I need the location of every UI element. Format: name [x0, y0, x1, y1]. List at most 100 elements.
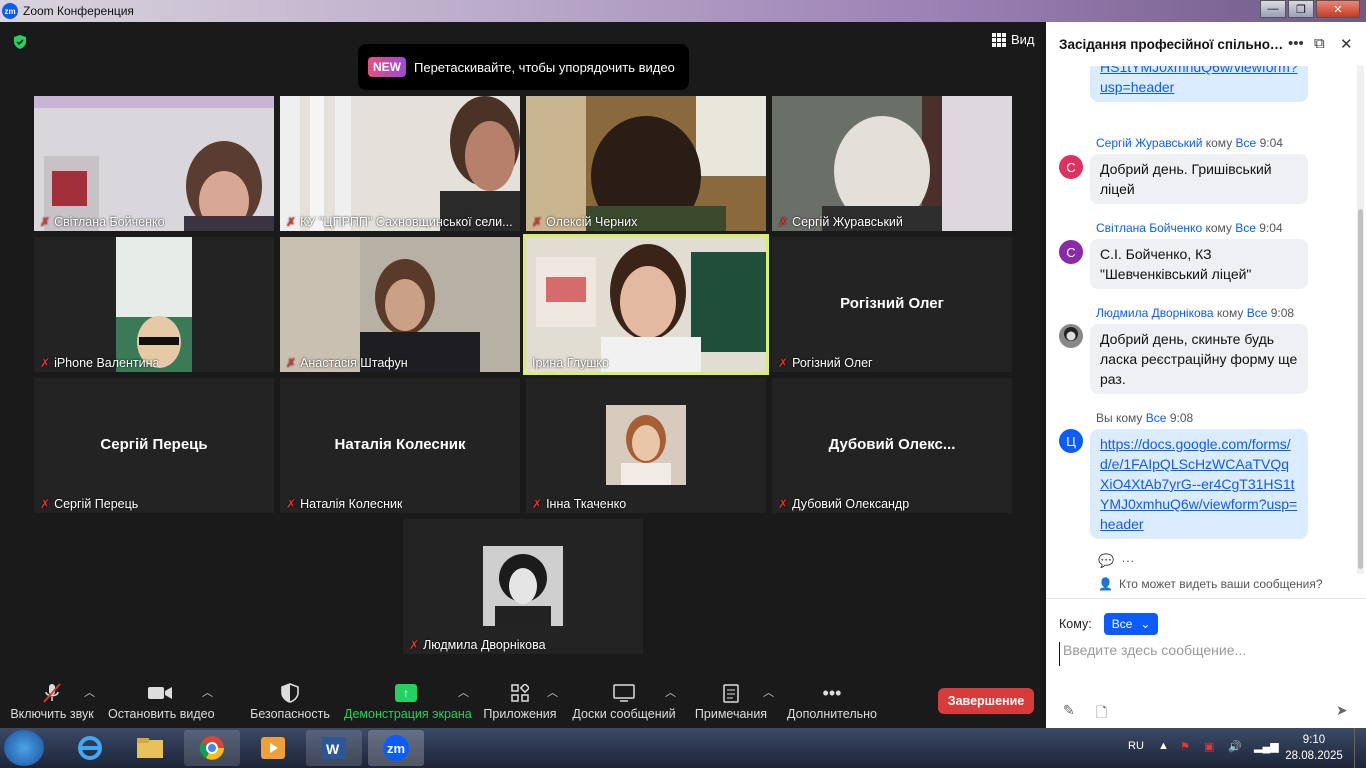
participant-video: [34, 237, 274, 372]
participant-name: ✗ Анастасія Штафун: [286, 356, 408, 370]
participant-name: ✗ Рогізний Олег: [778, 356, 873, 370]
show-desktop-button[interactable]: [1354, 728, 1366, 768]
participant-display-name: Сергій Перець: [100, 436, 208, 453]
format-text-icon[interactable]: ✎: [1063, 702, 1075, 719]
file-explorer-icon[interactable]: [122, 730, 178, 766]
notes-icon: [694, 682, 768, 704]
notes-button[interactable]: Примечания: [694, 682, 768, 721]
people-icon: 👤: [1098, 577, 1113, 591]
system-clock[interactable]: 9:10 28.08.2025: [1284, 732, 1344, 764]
view-button[interactable]: Вид: [992, 32, 1035, 47]
participant-name: ✗ Сергій Журавський: [778, 215, 903, 229]
meeting-area: Вид NEW Перетаскивайте, чтобы упорядочит…: [0, 22, 1046, 674]
mic-muted-icon: ✗: [40, 215, 51, 229]
participant-tile-active-speaker[interactable]: Ірина Глушко: [523, 234, 769, 375]
maximize-button[interactable]: ❐: [1288, 0, 1314, 18]
participant-video: [526, 237, 766, 372]
chrome-icon[interactable]: [184, 730, 240, 766]
share-options-caret[interactable]: ︿: [458, 684, 469, 700]
chat-scrollbar[interactable]: [1357, 66, 1364, 574]
participant-tile[interactable]: Рогізний Олег ✗ Рогізний Олег: [772, 237, 1012, 372]
whiteboards-button[interactable]: Доски сообщений: [572, 682, 676, 721]
svg-text:zm: zm: [387, 741, 405, 756]
pop-out-icon[interactable]: ⧉: [1314, 35, 1325, 52]
mic-off-icon: [10, 682, 94, 704]
chat-title: Засідання професійної спільнот...: [1059, 36, 1284, 52]
participant-tile[interactable]: ✗ iPhone Валентина: [34, 237, 274, 372]
show-hidden-icons-icon[interactable]: ▲: [1158, 740, 1169, 752]
send-icon[interactable]: ➤: [1336, 702, 1348, 719]
view-label: Вид: [1011, 32, 1035, 47]
message-meta: Людмила Дворнікова кому Все 9:08: [1096, 306, 1295, 320]
chat-panel: Засідання професійної спільнот... ••• ⧉ …: [1046, 22, 1366, 728]
message-input[interactable]: Введите здесь сообщение...: [1059, 642, 1353, 666]
more-options-icon[interactable]: •••: [1288, 35, 1304, 52]
reply-icon[interactable]: 💬: [1098, 553, 1114, 568]
more-button[interactable]: ••• Дополнительно: [786, 682, 878, 722]
participant-tile[interactable]: ✗ Олексій Черних: [526, 96, 766, 231]
participant-tile[interactable]: Наталія Колесник ✗ Наталія Колесник: [280, 378, 520, 513]
message-link[interactable]: https://docs.google.com/forms/d/e/1FAIpQ…: [1100, 436, 1297, 532]
stop-video-button[interactable]: Остановить видео: [108, 682, 215, 721]
participant-video: [280, 237, 520, 372]
language-indicator[interactable]: RU: [1128, 740, 1144, 752]
video-options-caret[interactable]: ︿: [202, 684, 213, 700]
divider: [1046, 598, 1366, 599]
message-link[interactable]: VQqXiO4XtAb7yrG--er4CgT31HS1tYMJ0xmhuQ6w…: [1100, 66, 1298, 95]
close-window-button[interactable]: ✕: [1316, 0, 1360, 18]
chevron-down-icon: ⌄: [1140, 617, 1151, 631]
share-screen-button[interactable]: ↑ Демонстрация экрана: [344, 682, 472, 721]
more-dots-icon: •••: [822, 682, 842, 703]
participant-name: ✗ Олексій Черних: [532, 215, 638, 229]
participant-tile[interactable]: ✗ Анастасія Штафун: [280, 237, 520, 372]
share-arrow-icon: ↑: [344, 682, 468, 704]
attach-file-icon[interactable]: 🗋: [1096, 702, 1107, 726]
whiteboards-options-caret[interactable]: ︿: [665, 684, 676, 700]
tooltip-text: Перетаскивайте, чтобы упорядочить видео: [414, 59, 675, 75]
participant-tile[interactable]: ✗ Людмила Дворнікова: [403, 519, 643, 654]
apps-options-caret[interactable]: ︿: [547, 684, 558, 700]
network-warning-icon[interactable]: ▣: [1204, 740, 1214, 753]
unmute-button[interactable]: Включить звук: [10, 682, 94, 721]
participant-tile[interactable]: ✗ Світлана Бойченко: [34, 96, 274, 231]
participant-name: ✗ Наталія Колесник: [286, 497, 403, 511]
volume-icon[interactable]: 🔊: [1228, 740, 1242, 753]
minimize-button[interactable]: —: [1260, 0, 1286, 18]
who-can-see-link[interactable]: 👤 Кто может видеть ваши сообщения?: [1098, 577, 1323, 591]
sender-avatar: Ц: [1059, 429, 1083, 453]
mic-muted-icon: ✗: [532, 497, 543, 511]
mic-muted-icon: ✗: [40, 497, 51, 511]
participant-video: [772, 96, 1012, 231]
audio-options-caret[interactable]: ︿: [84, 684, 95, 700]
more-actions-icon[interactable]: ···: [1121, 553, 1134, 568]
word-icon[interactable]: W: [306, 730, 362, 766]
notes-options-caret[interactable]: ︿: [763, 684, 774, 700]
end-meeting-button[interactable]: Завершение: [938, 688, 1034, 714]
scrollbar-thumb[interactable]: [1358, 209, 1363, 569]
participant-tile[interactable]: ✗ Сергій Журавський: [772, 96, 1012, 231]
internet-explorer-icon[interactable]: [62, 730, 118, 766]
participant-tile[interactable]: ✗ КУ "ЦПРПП" Сахновщинської сели...: [280, 96, 520, 231]
participant-display-name: Рогізний Олег: [840, 295, 944, 312]
video-camera-icon: [108, 682, 212, 704]
participant-name: ✗ iPhone Валентина: [40, 356, 160, 370]
zoom-logo-icon: zm: [2, 3, 18, 19]
mic-muted-icon: ✗: [286, 497, 297, 511]
signal-icon[interactable]: ▂▄▆: [1254, 740, 1279, 753]
zoom-taskbar-icon[interactable]: zm: [368, 730, 424, 766]
encryption-shield-icon[interactable]: [12, 34, 28, 50]
chat-message-bubble: С.І. Бойченко, КЗ "Шевченківський ліцей": [1090, 239, 1308, 289]
chat-message-bubble: Добрий день, скиньте будь ласка реєстрац…: [1090, 324, 1308, 394]
participant-tile[interactable]: Сергій Перець ✗ Сергій Перець: [34, 378, 274, 513]
recipient-dropdown[interactable]: Все ⌄: [1103, 613, 1159, 635]
participant-tile[interactable]: ✗ Інна Ткаченко: [526, 378, 766, 513]
action-center-flag-icon[interactable]: ⚑: [1180, 740, 1190, 753]
close-icon[interactable]: ✕: [1340, 35, 1353, 53]
security-button[interactable]: Безопасность: [250, 682, 330, 721]
mic-muted-icon: ✗: [286, 215, 297, 229]
media-player-icon[interactable]: [245, 730, 301, 766]
participant-tile[interactable]: Дубовий Олекс... ✗ Дубовий Олександр: [772, 378, 1012, 513]
new-badge: NEW: [368, 57, 406, 77]
participant-avatar: [606, 405, 686, 485]
start-button[interactable]: [4, 730, 44, 766]
